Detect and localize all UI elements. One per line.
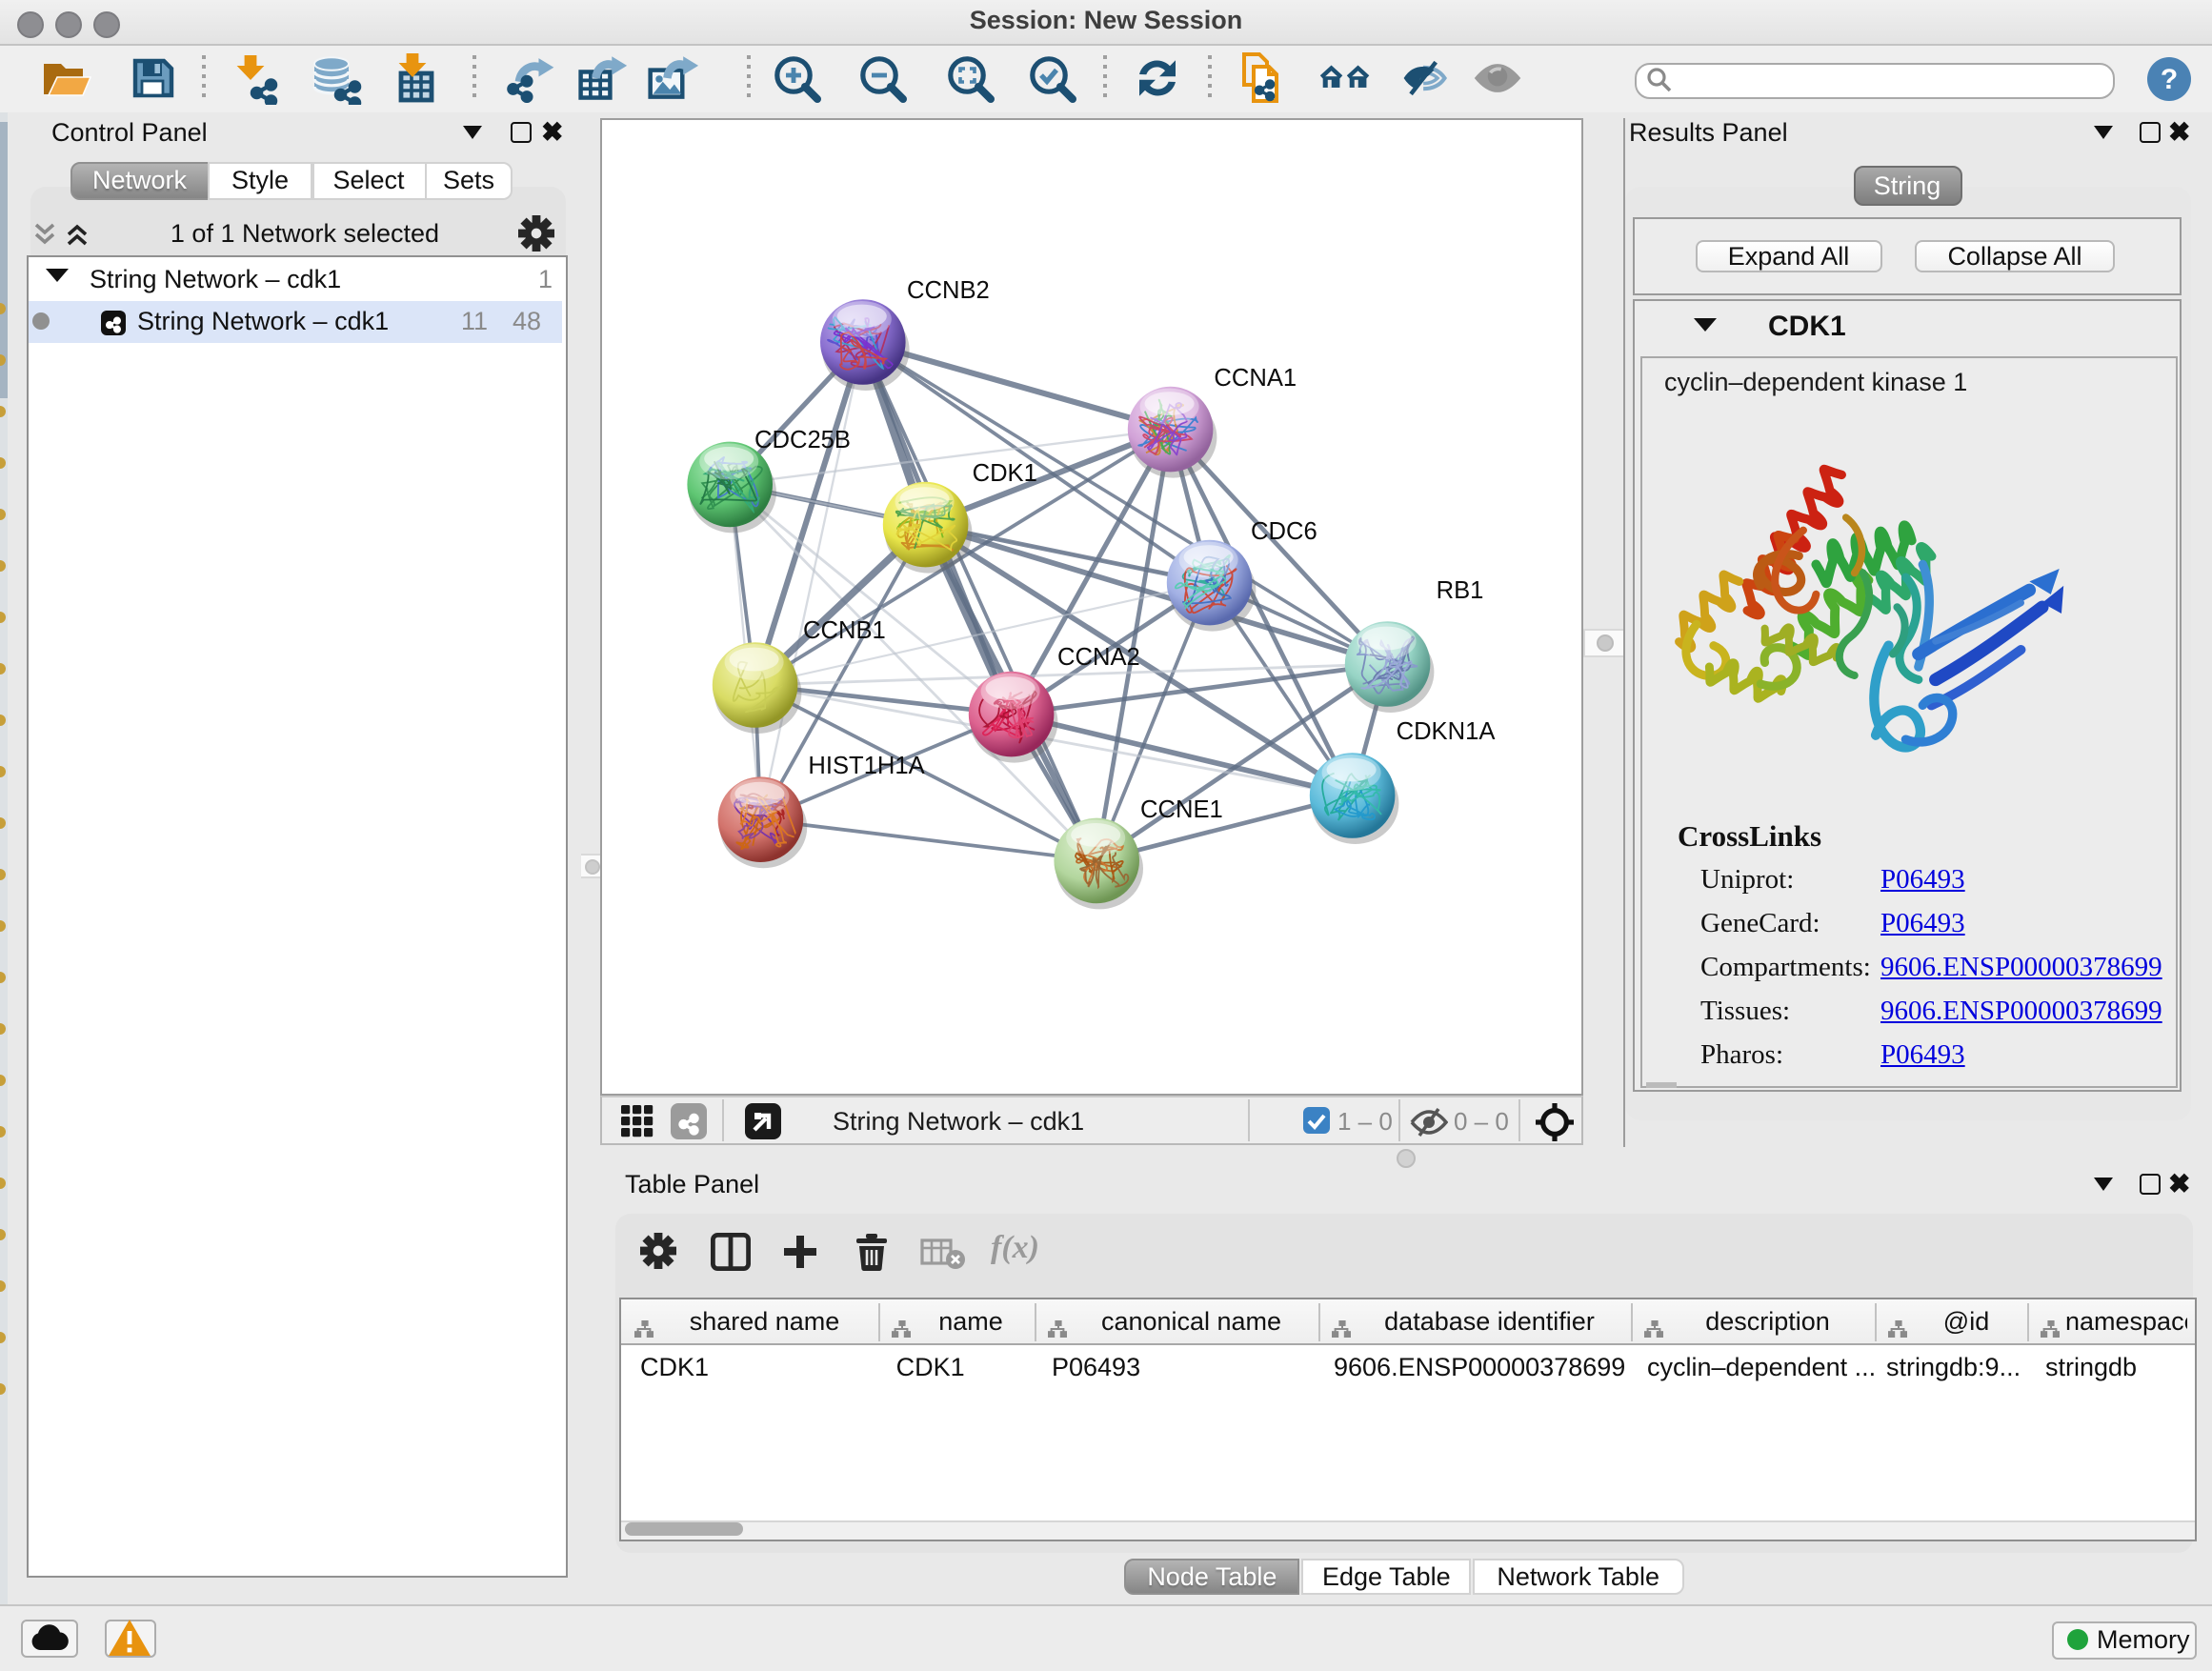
svg-text:?: ?: [2161, 64, 2178, 95]
svg-text:CDKN1A: CDKN1A: [1396, 717, 1496, 744]
svg-text:CCNE1: CCNE1: [1139, 795, 1222, 822]
svg-text:CDC25B: CDC25B: [754, 426, 850, 453]
svg-text:CCNB2: CCNB2: [906, 276, 989, 303]
svg-text:CDK1: CDK1: [972, 459, 1036, 486]
svg-text:CCNA2: CCNA2: [1056, 643, 1139, 670]
svg-text:CCNB1: CCNB1: [802, 616, 885, 643]
svg-text:RB1: RB1: [1436, 576, 1483, 603]
svg-text:CDC6: CDC6: [1250, 517, 1317, 544]
svg-text:HIST1H1A: HIST1H1A: [807, 752, 924, 778]
svg-text:CCNA1: CCNA1: [1213, 364, 1296, 391]
